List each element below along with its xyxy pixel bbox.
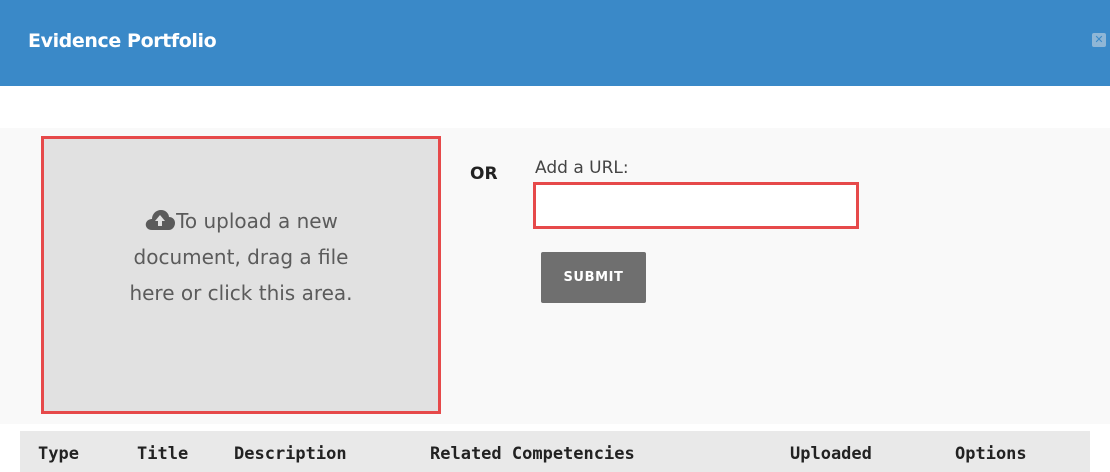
dropzone-line-1: To upload a new — [176, 209, 338, 233]
column-header-options[interactable]: Options — [955, 444, 1027, 464]
dialog-title: Evidence Portfolio — [28, 30, 217, 52]
dropzone-line-2: document, drag a file — [133, 245, 349, 269]
dropzone-line-3: here or click this area. — [129, 281, 353, 305]
cloud-upload-icon — [145, 210, 176, 230]
url-label: Add a URL: — [535, 158, 629, 178]
evidence-table-header: Type Title Description Related Competenc… — [20, 431, 1090, 472]
close-icon[interactable]: ✕ — [1092, 33, 1106, 47]
dropzone-instructions: To upload a new document, drag a file he… — [44, 203, 438, 311]
url-input[interactable] — [533, 182, 859, 229]
dialog-titlebar: Evidence Portfolio ✕ — [0, 0, 1110, 86]
column-header-description[interactable]: Description — [234, 444, 347, 464]
submit-button[interactable]: SUBMIT — [541, 252, 646, 303]
column-header-uploaded[interactable]: Uploaded — [790, 444, 872, 464]
evidence-portfolio-dialog: Evidence Portfolio ✕ To upload a new doc… — [0, 0, 1110, 472]
or-separator: OR — [470, 164, 498, 184]
column-header-type[interactable]: Type — [38, 444, 79, 464]
file-dropzone[interactable]: To upload a new document, drag a file he… — [41, 136, 441, 414]
column-header-title[interactable]: Title — [137, 444, 188, 464]
column-header-related-competencies[interactable]: Related Competencies — [430, 444, 635, 464]
